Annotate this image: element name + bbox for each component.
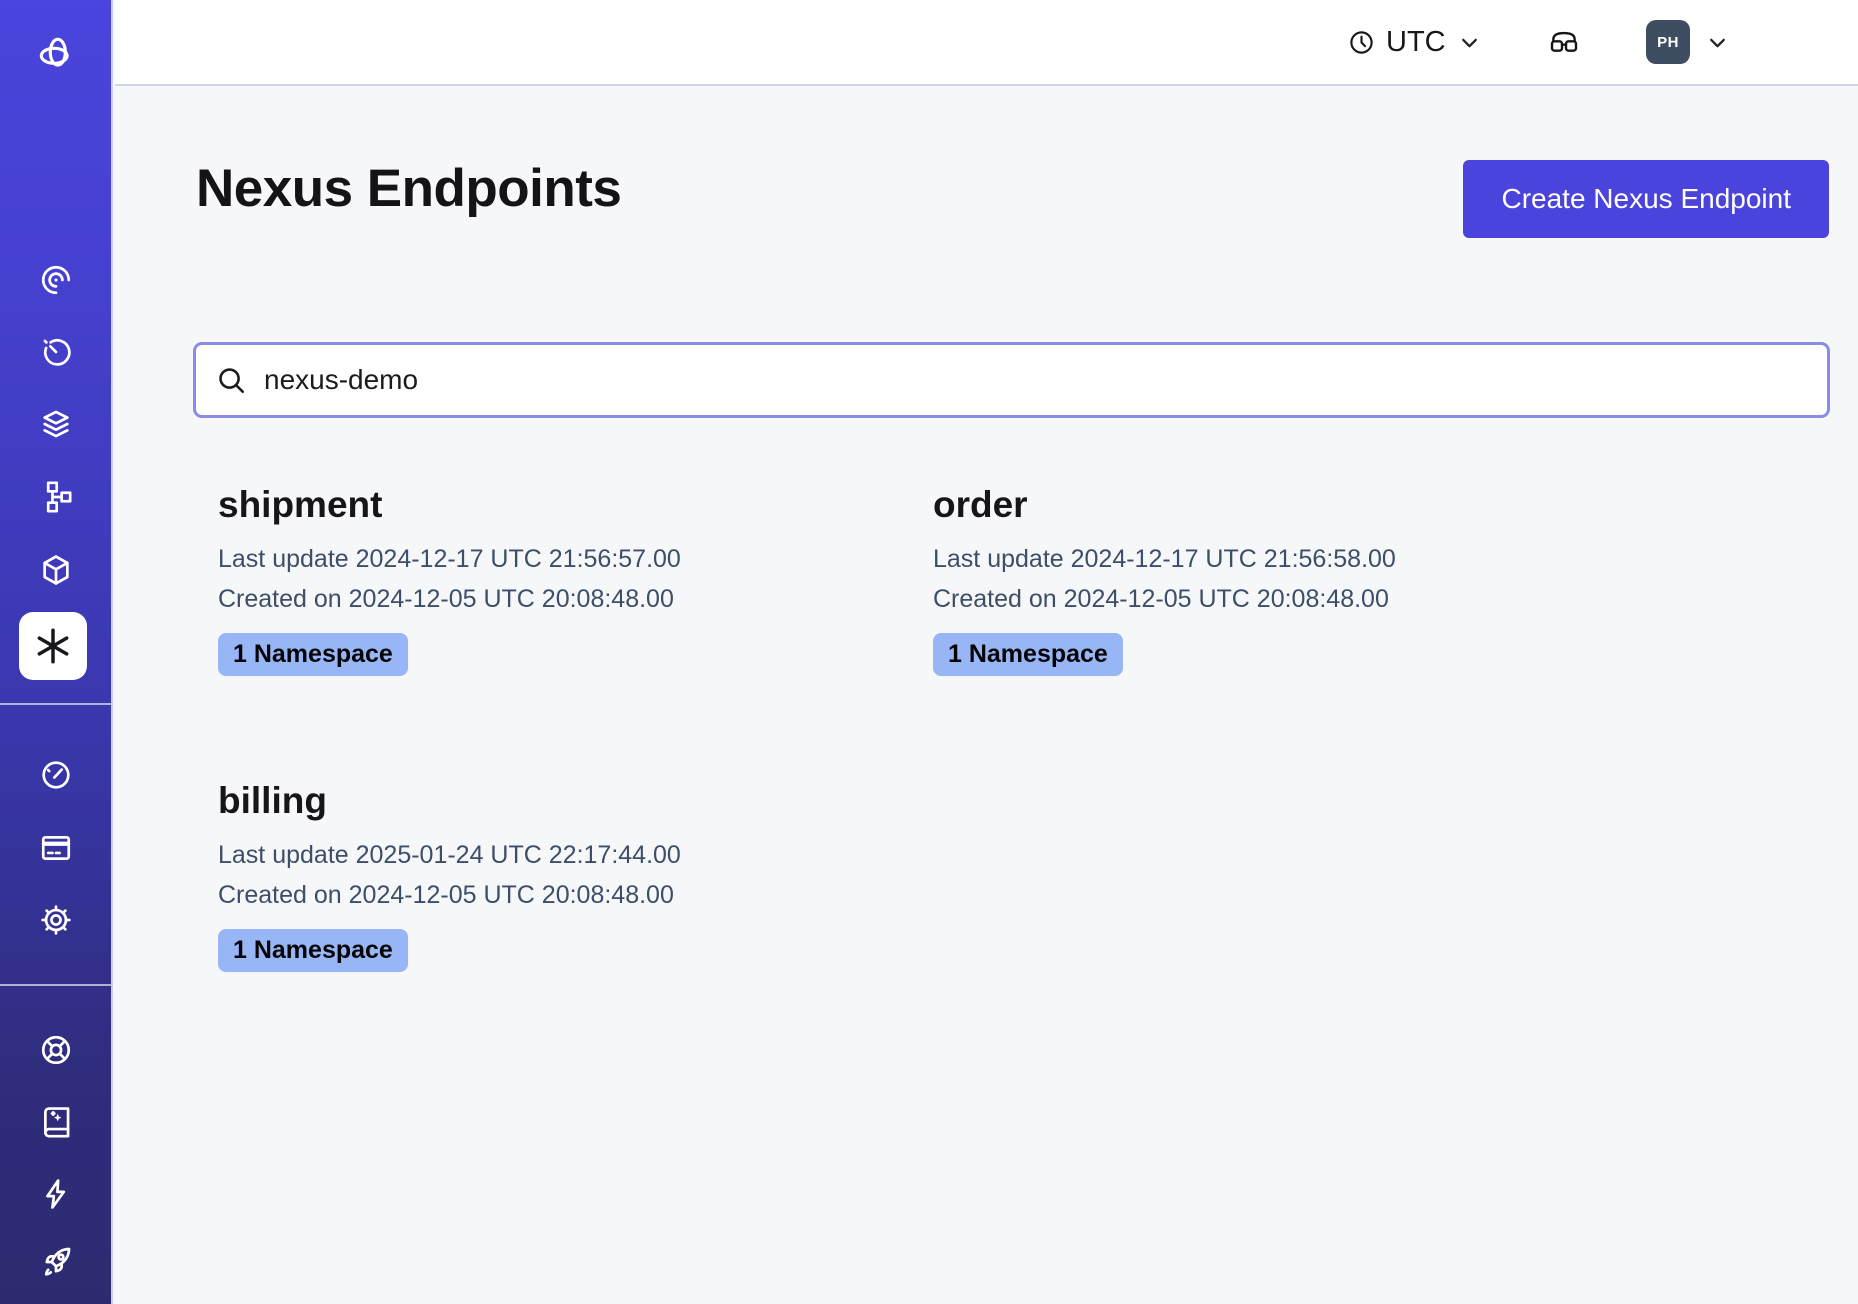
top-bar: UTC PH (115, 0, 1858, 86)
workflows-icon[interactable] (38, 262, 74, 298)
endpoint-created-on: Created on 2024-12-05 UTC 20:08:48.00 (218, 579, 933, 619)
endpoint-name[interactable]: billing (218, 780, 933, 822)
main-content: Nexus Endpoints Create Nexus Endpoint sh… (115, 86, 1858, 1304)
nexus-nav-item-active[interactable] (19, 612, 87, 680)
create-nexus-endpoint-button[interactable]: Create Nexus Endpoint (1463, 160, 1829, 238)
endpoint-card[interactable]: shipment Last update 2024-12-17 UTC 21:5… (218, 484, 933, 676)
usage-gauge-icon[interactable] (38, 757, 74, 793)
search-input[interactable] (262, 363, 1807, 397)
sidebar-divider (0, 703, 113, 705)
endpoint-name[interactable]: order (933, 484, 1648, 526)
whats-new-lightning-icon[interactable] (38, 1176, 74, 1212)
avatar[interactable]: PH (1646, 20, 1690, 64)
page-title: Nexus Endpoints (196, 158, 621, 219)
settings-gear-icon[interactable] (38, 902, 74, 938)
endpoint-card[interactable]: billing Last update 2025-01-24 UTC 22:17… (218, 780, 933, 972)
endpoint-last-update: Last update 2025-01-24 UTC 22:17:44.00 (218, 835, 933, 875)
chevron-down-icon (1457, 30, 1482, 55)
docs-book-icon[interactable] (38, 1104, 74, 1140)
timezone-selector[interactable]: UTC (1348, 0, 1482, 84)
endpoint-created-on: Created on 2024-12-05 UTC 20:08:48.00 (218, 875, 933, 915)
timezone-label: UTC (1386, 26, 1446, 59)
endpoint-name[interactable]: shipment (218, 484, 933, 526)
temporal-logo[interactable] (38, 36, 74, 72)
endpoint-card[interactable]: order Last update 2024-12-17 UTC 21:56:5… (933, 484, 1648, 676)
nexus-asterisk-icon (32, 625, 74, 667)
sidebar (0, 0, 113, 1304)
schedules-icon[interactable] (38, 334, 74, 370)
clock-icon (1348, 29, 1375, 56)
namespaces-icon[interactable] (38, 406, 74, 442)
deployments-icon[interactable] (38, 479, 74, 515)
labs-toggle[interactable] (1548, 0, 1580, 84)
endpoint-created-on: Created on 2024-12-05 UTC 20:08:48.00 (933, 579, 1648, 619)
endpoint-list: shipment Last update 2024-12-17 UTC 21:5… (218, 484, 1648, 972)
sidebar-divider (0, 984, 113, 986)
namespace-badge: 1 Namespace (218, 633, 408, 676)
batch-operations-icon[interactable] (38, 552, 74, 588)
namespace-badge: 1 Namespace (218, 929, 408, 972)
endpoint-last-update: Last update 2024-12-17 UTC 21:56:58.00 (933, 539, 1648, 579)
search-bar[interactable] (193, 342, 1830, 418)
account-menu-toggle[interactable] (1705, 0, 1730, 84)
glasses-icon (1548, 26, 1580, 58)
search-icon (216, 365, 247, 396)
support-lifebuoy-icon[interactable] (38, 1032, 74, 1068)
getting-started-rocket-icon[interactable] (38, 1244, 74, 1280)
namespace-badge: 1 Namespace (933, 633, 1123, 676)
chevron-down-icon (1705, 30, 1730, 55)
endpoint-last-update: Last update 2024-12-17 UTC 21:56:57.00 (218, 539, 933, 579)
billing-card-icon[interactable] (38, 830, 74, 866)
